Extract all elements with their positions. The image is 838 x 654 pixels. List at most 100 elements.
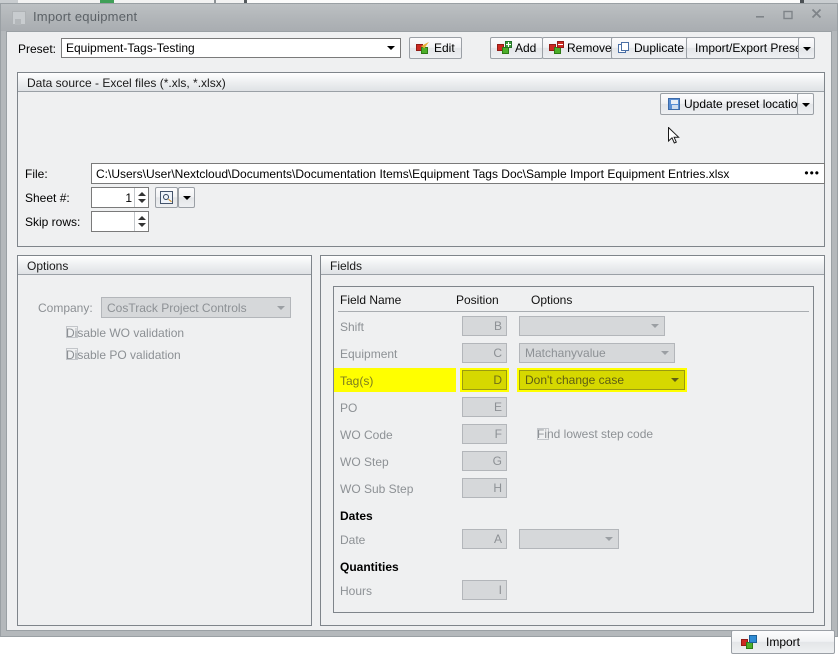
import-button[interactable]: Import [731,630,835,654]
column-header-options: Options [531,293,573,307]
skip-rows-spin-buttons[interactable] [134,212,148,231]
field-option-value: Don't change case [525,373,625,387]
company-value: CosTrack Project Controls [107,301,247,315]
field-name: WO Sub Step [340,482,414,496]
skip-rows-stepper[interactable] [91,211,149,232]
fields-table-header: Field Name Position Options [334,287,813,312]
window-titlebar[interactable]: Import equipment [1,4,837,31]
field-position-value: E [493,400,502,414]
field-option-combobox[interactable] [519,529,619,549]
import-export-preset-label: Import/Export Preset [695,41,806,55]
field-position-input[interactable]: A [462,529,507,549]
skip-rows-label: Skip rows: [25,215,81,229]
remove-preset-label: Remove [567,41,612,55]
chevron-down-icon [277,305,285,310]
duplicate-preset-button[interactable]: Duplicate [611,37,692,59]
field-position-input[interactable]: I [462,580,507,600]
import-export-preset-button[interactable]: Import/Export Preset [686,37,815,59]
chevron-down-icon [387,46,395,50]
preset-toolbar: Preset: Equipment-Tags-Testing Edit Add … [7,32,831,66]
field-row: Equipment C Matchanyvalue [334,341,813,368]
field-position-input[interactable]: C [462,343,507,363]
sheet-number-stepper[interactable]: 1 [91,187,149,208]
update-preset-location-dropdown[interactable] [797,93,814,115]
field-position-value: I [498,583,502,597]
column-header-position: Position [456,293,499,307]
data-source-title: Data source - Excel files (*.xls, *.xlsx… [27,76,226,90]
edit-preset-button[interactable]: Edit [409,37,462,59]
field-position-input[interactable]: B [462,316,507,336]
close-button[interactable] [803,6,829,26]
field-option-value: Matchanyvalue [525,346,606,360]
disable-po-validation-label: Disable PO validation [66,348,181,362]
preset-combobox[interactable]: Equipment-Tags-Testing [61,38,401,58]
field-option-combobox[interactable]: Matchanyvalue [519,343,675,363]
duplicate-icon [618,42,630,54]
fields-title: Fields [330,259,363,273]
file-path-input[interactable]: C:\Users\User\Nextcloud\Documents\Docume… [91,163,825,184]
file-path-value: C:\Users\User\Nextcloud\Documents\Docume… [96,167,730,181]
company-combobox[interactable]: CosTrack Project Controls [101,297,291,318]
field-row: Hours I [334,578,813,605]
field-row: WO Sub Step H [334,476,813,503]
chevron-down-icon [182,196,191,200]
save-disk-icon [668,98,680,110]
add-icon [497,41,512,54]
field-option-combobox[interactable] [519,316,665,336]
field-option-combobox[interactable]: Don't change case [519,370,685,390]
browse-file-button[interactable] [155,187,178,208]
file-browse-ellipsis[interactable]: ••• [804,166,820,180]
data-source-group-header: Data source - Excel files (*.xls, *.xlsx… [18,73,824,92]
remove-icon [549,41,564,54]
field-position-value: D [493,373,502,387]
maximize-button[interactable] [775,6,801,26]
disable-wo-validation-label: Disable WO validation [66,326,185,340]
field-row: WO Code F Find lowest step code [334,422,813,449]
remove-preset-button[interactable]: Remove [542,37,619,59]
field-position-value: C [493,346,502,360]
options-title: Options [27,259,69,273]
maximize-icon [783,10,793,20]
browse-file-dropdown[interactable] [178,187,195,208]
window-title: Import equipment [33,9,138,24]
field-name: Quantities [340,560,399,574]
preset-label: Preset: [18,42,57,56]
add-preset-label: Add [515,41,537,55]
field-position-input[interactable]: G [462,451,507,471]
chevron-down-icon [802,47,811,51]
field-position-input[interactable]: F [462,424,507,444]
field-position-input[interactable]: E [462,397,507,417]
field-position-value: H [493,481,502,495]
file-label: File: [25,167,48,181]
update-preset-location-button[interactable]: Update preset location [660,93,813,115]
fields-group-header: Fields [321,256,824,275]
import-icon [741,635,757,649]
options-group-header: Options [18,256,311,275]
field-row: Date A [334,527,813,554]
field-position-input[interactable]: D [462,370,507,390]
field-name: Hours [340,584,373,598]
minimize-icon [756,16,764,18]
preset-value: Equipment-Tags-Testing [66,41,195,55]
field-name: WO Step [340,455,389,469]
import-export-preset-dropdown[interactable] [798,37,815,59]
field-position-value: B [493,319,502,333]
chevron-down-icon [801,103,810,107]
field-name: Dates [340,509,373,523]
field-name: Shift [340,320,365,334]
sheet-number-label: Sheet #: [25,191,70,205]
app-icon [12,11,26,25]
chevron-down-icon [671,378,679,382]
magnifier-icon [160,191,173,204]
field-row: WO Step G [334,449,813,476]
sheet-number-value: 1 [125,191,132,205]
fields-table: Field Name Position Options Shift B Equipm… [333,286,814,613]
window-client-area: Preset: Equipment-Tags-Testing Edit Add … [6,31,835,654]
field-name: WO Code [340,428,393,442]
add-preset-button[interactable]: Add [490,37,544,59]
field-row: Shift B [334,314,813,341]
column-header-field-name: Field Name [340,293,402,307]
field-position-input[interactable]: H [462,478,507,498]
minimize-button[interactable] [747,6,773,26]
sheet-number-spin-buttons[interactable] [134,188,148,207]
